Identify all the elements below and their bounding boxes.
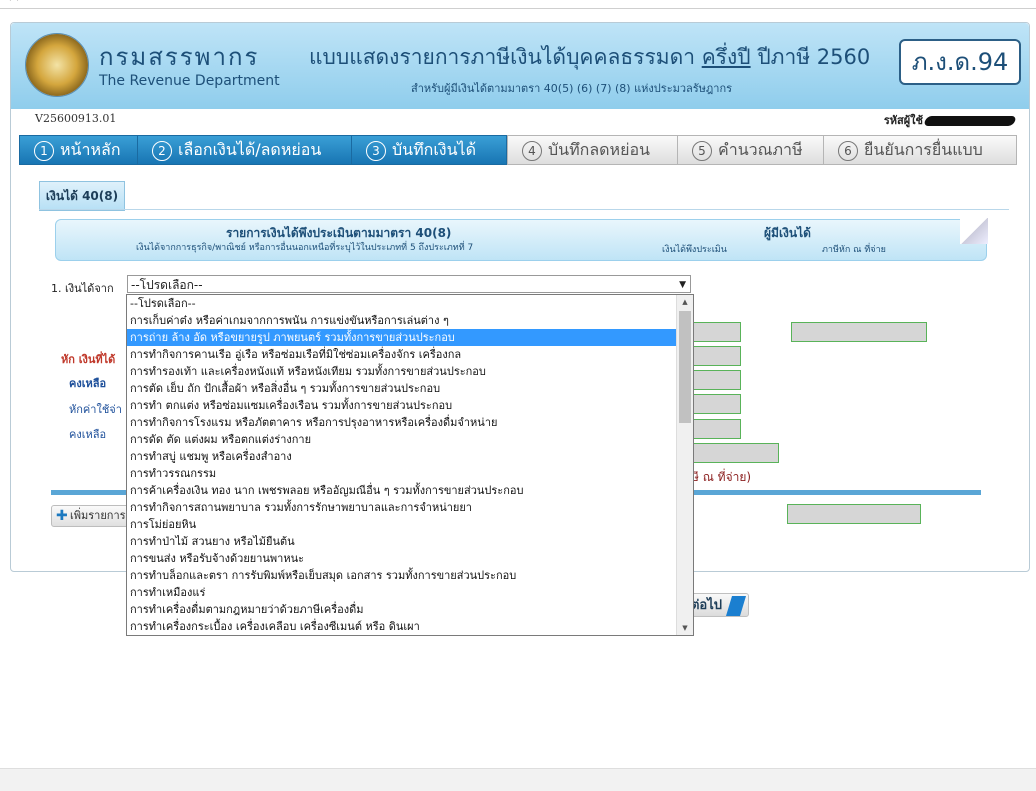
net-income-field[interactable]	[687, 443, 779, 463]
browser-bottom-bar	[0, 768, 1036, 791]
step-number: 4	[522, 141, 542, 161]
dropdown-option[interactable]: การทำวรรณกรรม	[127, 465, 693, 482]
dropdown-option[interactable]: การขนส่ง หรือรับจ้างด้วยยานพาหนะ	[127, 550, 693, 567]
page-curl-decoration	[960, 218, 988, 244]
form-title: แบบแสดงรายการภาษีเงินได้บุคคลธรรมดา ครึ่…	[309, 41, 870, 74]
step-label: คำนวณภาษี	[718, 140, 803, 159]
form-title-half-year: ครึ่งปี	[701, 45, 751, 69]
step-label: ยืนยันการยื่นแบบ	[864, 140, 983, 159]
org-name-english: The Revenue Department	[99, 73, 280, 89]
step-number: 6	[838, 141, 858, 161]
step-6-confirm-filing[interactable]: 6 ยืนยันการยื่นแบบ	[823, 135, 1017, 165]
step-4-record-deductions[interactable]: 4 บันทึกลดหย่อน	[507, 135, 679, 165]
dropdown-option[interactable]: การดัด ตัด แต่งผม หรือตกแต่งร่างกาย	[127, 431, 693, 448]
tax-note: ษี ณ ที่จ่าย)	[691, 470, 752, 484]
deduct-amount-field[interactable]	[687, 346, 741, 366]
next-button-label: ต่อไป	[690, 598, 722, 613]
step-label: บันทึกลดหย่อน	[548, 140, 650, 159]
next-button[interactable]: ต่อไป	[687, 593, 749, 617]
tab-divider	[39, 209, 1009, 210]
form-code-badge: ภ.ง.ด.94	[899, 39, 1021, 85]
dropdown-option[interactable]: การทำบล็อกและตรา การรับพิมพ์หรือเย็บสมุด…	[127, 567, 693, 584]
dropdown-options: --โปรดเลือก-- การเก็บค่าต๋ง หรือค่าเกมจาก…	[127, 295, 693, 635]
dropdown-option[interactable]: --โปรดเลือก--	[127, 295, 693, 312]
dropdown-option[interactable]: การทำสบู่ แชมพู หรือเครื่องสำอาง	[127, 448, 693, 465]
dropdown-option[interactable]: การเก็บค่าต๋ง หรือค่าเกมจากการพนัน การแข…	[127, 312, 693, 329]
step-2-select-income[interactable]: 2 เลือกเงินได้/ลดหย่อน	[137, 135, 353, 165]
tab-income-40-8[interactable]: เงินได้ 40(8)	[39, 181, 125, 211]
income-from-label: 1. เงินได้จาก	[51, 282, 114, 295]
income-source-dropdown-list[interactable]: --โปรดเลือก-- การเก็บค่าต๋ง หรือค่าเกมจาก…	[126, 294, 694, 636]
step-number: 2	[152, 141, 172, 161]
dropdown-option[interactable]: การทำเครื่องกระเบื้อง เครื่องเคลือบ เครื…	[127, 618, 693, 635]
form-title-year: ปีภาษี 2560	[757, 45, 871, 69]
dropdown-option[interactable]: การโม่ย่อยหิน	[127, 516, 693, 533]
remaining-label: คงเหลือ	[69, 377, 107, 390]
dropdown-option[interactable]: การทำกิจการโรงแรม หรือภัตตาคาร หรือการปร…	[127, 414, 693, 431]
add-item-label: เพิ่มรายการ	[70, 509, 126, 522]
income-banner: รายการเงินได้พึงประเมินตามมาตรา 40(8) เง…	[55, 218, 988, 261]
column-income-header: เงินได้พึงประเมิน	[662, 245, 727, 255]
form-subtitle: สำหรับผู้มีเงินได้ตามมาตรา 40(5) (6) (7)…	[411, 82, 733, 95]
banner-payer-header: ผู้มีเงินได้	[764, 226, 811, 240]
step-number: 5	[692, 141, 712, 161]
user-id-label: รหัสผู้ใช้	[883, 114, 923, 127]
column-tax-header: ภาษีหัก ณ ที่จ่าย	[822, 245, 886, 255]
version-label: V25600913.01	[35, 112, 117, 125]
step-label: หน้าหลัก	[60, 140, 121, 159]
banner-subtitle: เงินได้จากการธุรกิจ/พาณิชย์ หรือการอื่นน…	[136, 243, 474, 253]
plus-icon: ✚	[56, 508, 68, 524]
dropdown-option[interactable]: การทำกิจการสถานพยาบาล รวมทั้งการรักษาพยา…	[127, 499, 693, 516]
arrow-right-icon	[726, 596, 746, 616]
income-amount-field[interactable]	[687, 322, 741, 342]
step-label: เลือกเงินได้/ลดหย่อน	[178, 140, 322, 159]
dropdown-option[interactable]: การค้าเครื่องเงิน ทอง นาก เพชรพลอย หรืออ…	[127, 482, 693, 499]
deduct-label: หัก เงินที่ได้	[61, 353, 116, 366]
org-name-thai: กรมสรรพากร	[99, 43, 260, 71]
total-tax-field[interactable]	[787, 504, 921, 524]
header: กรมสรรพากร The Revenue Department แบบแสด…	[11, 23, 1029, 109]
dropdown-option[interactable]: การทำกิจการคานเรือ อู่เรือ หรือซ่อมเรือท…	[127, 346, 693, 363]
remaining-label-2: คงเหลือ	[69, 428, 107, 441]
dropdown-option[interactable]: การทำเครื่องดื่มตามกฎหมายว่าด้วยภาษีเครื…	[127, 601, 693, 618]
redacted-user-id	[923, 116, 1017, 126]
dropdown-option[interactable]: การตัด เย็บ ถัก ปักเสื้อผ้า หรือสิ่งอื่น…	[127, 380, 693, 397]
step-navigation: 1 หน้าหลัก 2 เลือกเงินได้/ลดหย่อน 3 บันทึกเ…	[19, 135, 1019, 165]
income-source-value: --โปรดเลือก--	[131, 278, 203, 292]
income-source-select[interactable]: --โปรดเลือก-- ▼	[127, 275, 691, 293]
dropdown-option[interactable]: การถ่าย ล้าง อัด หรือขยายรูป ภาพยนตร์ รว…	[127, 329, 693, 346]
scroll-thumb[interactable]	[679, 311, 691, 423]
dropdown-option[interactable]: การทำ ตกแต่ง หรือซ่อมแซมเครื่องเรือน รวม…	[127, 397, 693, 414]
dropdown-option[interactable]: การทำเหมืองแร่	[127, 584, 693, 601]
step-number: 1	[34, 141, 54, 161]
step-number: 3	[366, 141, 386, 161]
scroll-down-icon[interactable]: ▼	[677, 621, 693, 635]
top-strip-mark: ▾ ▾	[8, 0, 20, 4]
remaining-amount-field-2[interactable]	[687, 419, 741, 439]
dropdown-scrollbar[interactable]: ▲ ▼	[676, 295, 693, 635]
step-label: บันทึกเงินได้	[392, 140, 476, 159]
scroll-up-icon[interactable]: ▲	[677, 295, 693, 309]
tax-amount-field[interactable]	[791, 322, 927, 342]
step-5-calculate-tax[interactable]: 5 คำนวณภาษี	[677, 135, 825, 165]
remaining-amount-field[interactable]	[687, 370, 741, 390]
form-title-main: แบบแสดงรายการภาษีเงินได้บุคคลธรรมดา	[309, 45, 696, 69]
expense-label: หักค่าใช้จ่า	[69, 403, 122, 416]
dropdown-option[interactable]: การทำป่าไม้ สวนยาง หรือไม้ยืนต้น	[127, 533, 693, 550]
step-3-record-income[interactable]: 3 บันทึกเงินได้	[351, 135, 507, 165]
revenue-seal-logo	[25, 33, 89, 97]
chevron-down-icon: ▼	[679, 280, 686, 290]
dropdown-option[interactable]: การทำรองเท้า และเครื่องหนังแท้ หรือหนังเ…	[127, 363, 693, 380]
step-1-home[interactable]: 1 หน้าหลัก	[19, 135, 139, 165]
user-id: รหัสผู้ใช้	[883, 111, 1017, 129]
browser-top-strip: ▾ ▾	[0, 0, 1036, 9]
expense-amount-field[interactable]	[687, 394, 741, 414]
